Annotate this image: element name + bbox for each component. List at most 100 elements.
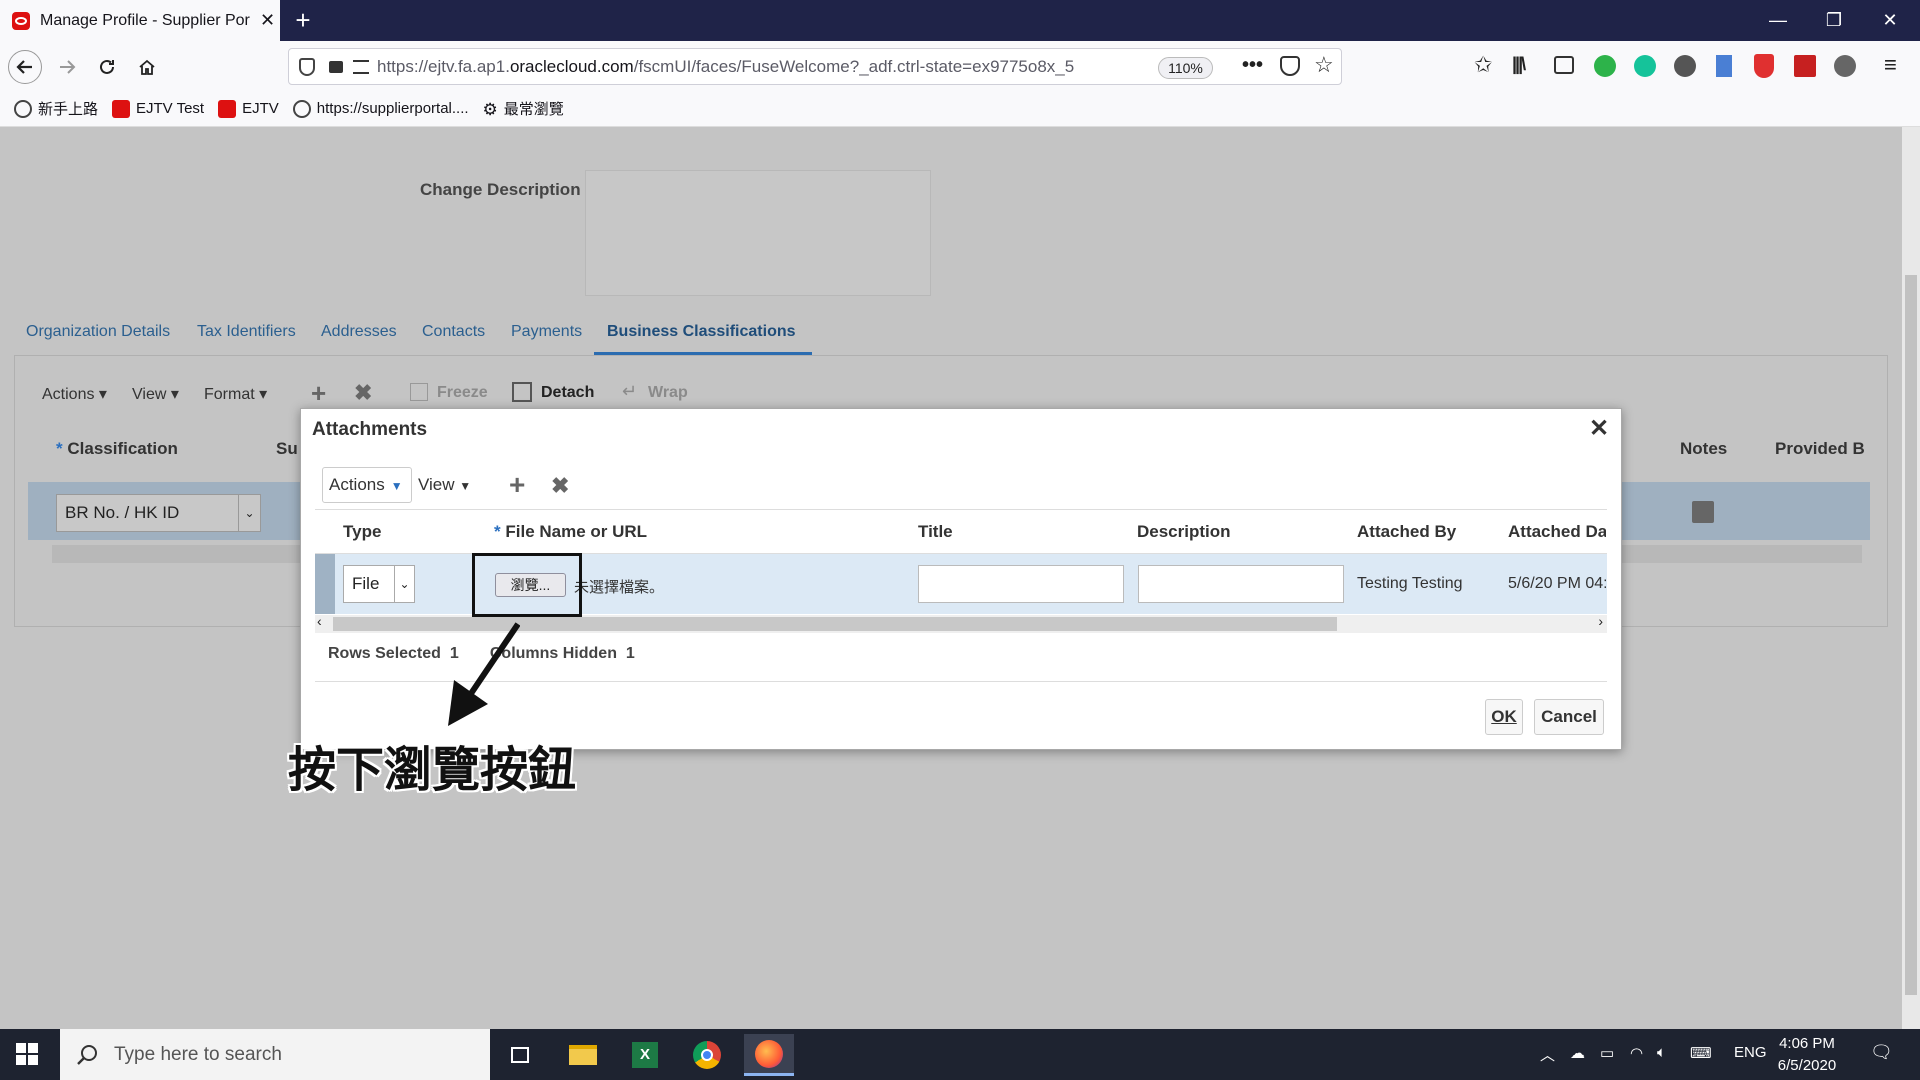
dialog-actions-menu[interactable]: Actions ▼	[322, 467, 412, 503]
wifi-icon[interactable]: ◠	[1630, 1044, 1643, 1062]
vertical-scrollbar[interactable]	[1902, 127, 1920, 1029]
ok-button[interactable]: OK	[1485, 699, 1523, 735]
add-icon[interactable]: +	[311, 378, 326, 409]
caret-down-icon: ▼	[390, 479, 403, 493]
tab-title: Manage Profile - Supplier Portal	[40, 11, 250, 29]
volume-icon[interactable]: 🔈︎	[1657, 1044, 1666, 1061]
view-menu[interactable]: View ▾	[132, 384, 179, 404]
bookmark-item[interactable]: 新手上路	[14, 98, 98, 119]
task-view-icon[interactable]	[495, 1034, 545, 1076]
tab-payments[interactable]: Payments	[511, 323, 582, 341]
close-tab-icon[interactable]: ✕	[260, 10, 275, 31]
language-indicator[interactable]: ENG	[1734, 1044, 1767, 1061]
shield-extension-icon[interactable]	[1754, 54, 1774, 78]
taskbar-clock[interactable]: 4:06 PM 6/5/2020	[1764, 1033, 1850, 1077]
file-name-header[interactable]: * File Name or URL	[494, 522, 647, 542]
search-icon	[76, 1044, 98, 1066]
forward-icon[interactable]	[50, 50, 84, 84]
change-description-textarea[interactable]	[585, 170, 931, 296]
scrollbar-thumb[interactable]	[1905, 275, 1917, 995]
bookmark-extension-icon[interactable]	[1716, 55, 1732, 77]
delete-attachment-icon[interactable]: ✖	[551, 473, 569, 499]
file-explorer-icon[interactable]	[558, 1034, 608, 1076]
description-header[interactable]: Description	[1137, 522, 1231, 542]
keyboard-icon[interactable]: ⌨	[1690, 1044, 1712, 1062]
freeze-button[interactable]: Freeze	[437, 384, 488, 402]
url-text: https://ejtv.fa.ap1.oraclecloud.com/fscm…	[377, 56, 1075, 76]
oracle-icon	[112, 99, 131, 118]
close-icon[interactable]: ✕	[1589, 417, 1609, 441]
back-icon[interactable]	[8, 50, 42, 84]
permissions-icon	[353, 59, 369, 74]
bookmark-item[interactable]: EJTV	[218, 99, 279, 118]
firefox-icon[interactable]	[744, 1034, 794, 1076]
attached-by-header[interactable]: Attached By	[1357, 522, 1456, 542]
attached-date-header[interactable]: Attached Da	[1508, 522, 1606, 542]
tab-business-classifications[interactable]: Business Classifications	[607, 323, 796, 341]
search-placeholder: Type here to search	[114, 1043, 282, 1065]
dialog-view-menu[interactable]: View ▼	[418, 475, 471, 495]
minimize-icon[interactable]: —	[1750, 0, 1806, 41]
bookmark-item[interactable]: https://supplierportal....	[292, 99, 469, 118]
pdf-extension-icon[interactable]	[1794, 55, 1816, 77]
tab-addresses[interactable]: Addresses	[321, 323, 397, 341]
type-header[interactable]: Type	[343, 522, 381, 542]
scroll-left-icon[interactable]: ‹	[317, 613, 322, 629]
battery-icon[interactable]: ▭	[1600, 1044, 1614, 1062]
chevron-down-icon: ⌄	[238, 495, 260, 531]
home-icon[interactable]	[130, 50, 164, 84]
notes-header[interactable]: Notes	[1680, 439, 1727, 459]
description-input[interactable]	[1138, 565, 1344, 603]
bookmark-star-icon[interactable]: ☆	[1314, 52, 1334, 78]
title-header[interactable]: Title	[918, 522, 953, 542]
extension-icon[interactable]	[1834, 55, 1856, 77]
bookmark-item[interactable]: EJTV Test	[112, 99, 204, 118]
new-tab-icon[interactable]: +	[288, 6, 318, 36]
actions-menu[interactable]: Actions ▾	[42, 384, 107, 404]
close-window-icon[interactable]: ✕	[1862, 0, 1918, 41]
delete-icon[interactable]: ✖	[354, 380, 372, 406]
classification-select[interactable]: BR No. / HK ID ⌄	[56, 494, 261, 532]
classification-header[interactable]: * Classification	[56, 439, 178, 459]
tab-organization-details[interactable]: Organization Details	[26, 323, 170, 341]
library-icon[interactable]: |||\	[1512, 54, 1526, 75]
tab-tax-identifiers[interactable]: Tax Identifiers	[197, 323, 296, 341]
notes-icon[interactable]	[1692, 501, 1714, 523]
chrome-icon[interactable]	[682, 1034, 732, 1076]
onedrive-icon[interactable]: ☁	[1570, 1044, 1585, 1062]
browser-tab[interactable]: Manage Profile - Supplier Portal ✕	[0, 0, 280, 41]
notifications-icon[interactable]: 🗨︎	[1870, 1042, 1893, 1063]
oracle-icon	[218, 99, 237, 118]
title-input[interactable]	[918, 565, 1124, 603]
caret-down-icon: ▼	[459, 479, 472, 493]
provided-by-header[interactable]: Provided B	[1775, 439, 1880, 459]
type-select[interactable]: File ⌄	[343, 565, 415, 603]
wrap-button[interactable]: Wrap	[648, 384, 688, 402]
tray-chevron-icon[interactable]: ︿	[1540, 1044, 1555, 1065]
cancel-button[interactable]: Cancel	[1534, 699, 1604, 735]
scroll-right-icon[interactable]: ›	[1598, 613, 1603, 629]
bookmarks-star-icon[interactable]: ✩	[1474, 52, 1492, 78]
grammarly-icon[interactable]	[1634, 55, 1656, 77]
tab-contacts[interactable]: Contacts	[422, 323, 485, 341]
zoom-level[interactable]: 110%	[1158, 57, 1213, 79]
excel-icon[interactable]: X	[620, 1034, 670, 1076]
windows-start-icon[interactable]	[16, 1043, 38, 1065]
restore-icon[interactable]: ❐	[1806, 0, 1862, 41]
format-menu[interactable]: Format ▾	[204, 384, 267, 404]
pocket-icon[interactable]	[1280, 56, 1300, 76]
page-actions-icon[interactable]: •••	[1242, 54, 1263, 77]
clock-time: 4:06 PM	[1779, 1035, 1835, 1052]
taskbar-search[interactable]: Type here to search	[60, 1029, 490, 1080]
reload-icon[interactable]	[90, 50, 124, 84]
add-attachment-icon[interactable]: +	[509, 469, 525, 501]
subclassification-header[interactable]: Su	[276, 439, 298, 459]
account-icon[interactable]	[1674, 55, 1696, 77]
menu-icon[interactable]: ≡	[1884, 52, 1897, 78]
check-extension-icon[interactable]	[1594, 55, 1616, 77]
sidebar-icon[interactable]	[1554, 56, 1574, 74]
bookmark-item[interactable]: ⚙ 最常瀏覽	[483, 98, 564, 119]
dialog-title: Attachments	[312, 419, 428, 440]
detach-button[interactable]: Detach	[541, 384, 594, 402]
detach-icon	[512, 382, 532, 402]
